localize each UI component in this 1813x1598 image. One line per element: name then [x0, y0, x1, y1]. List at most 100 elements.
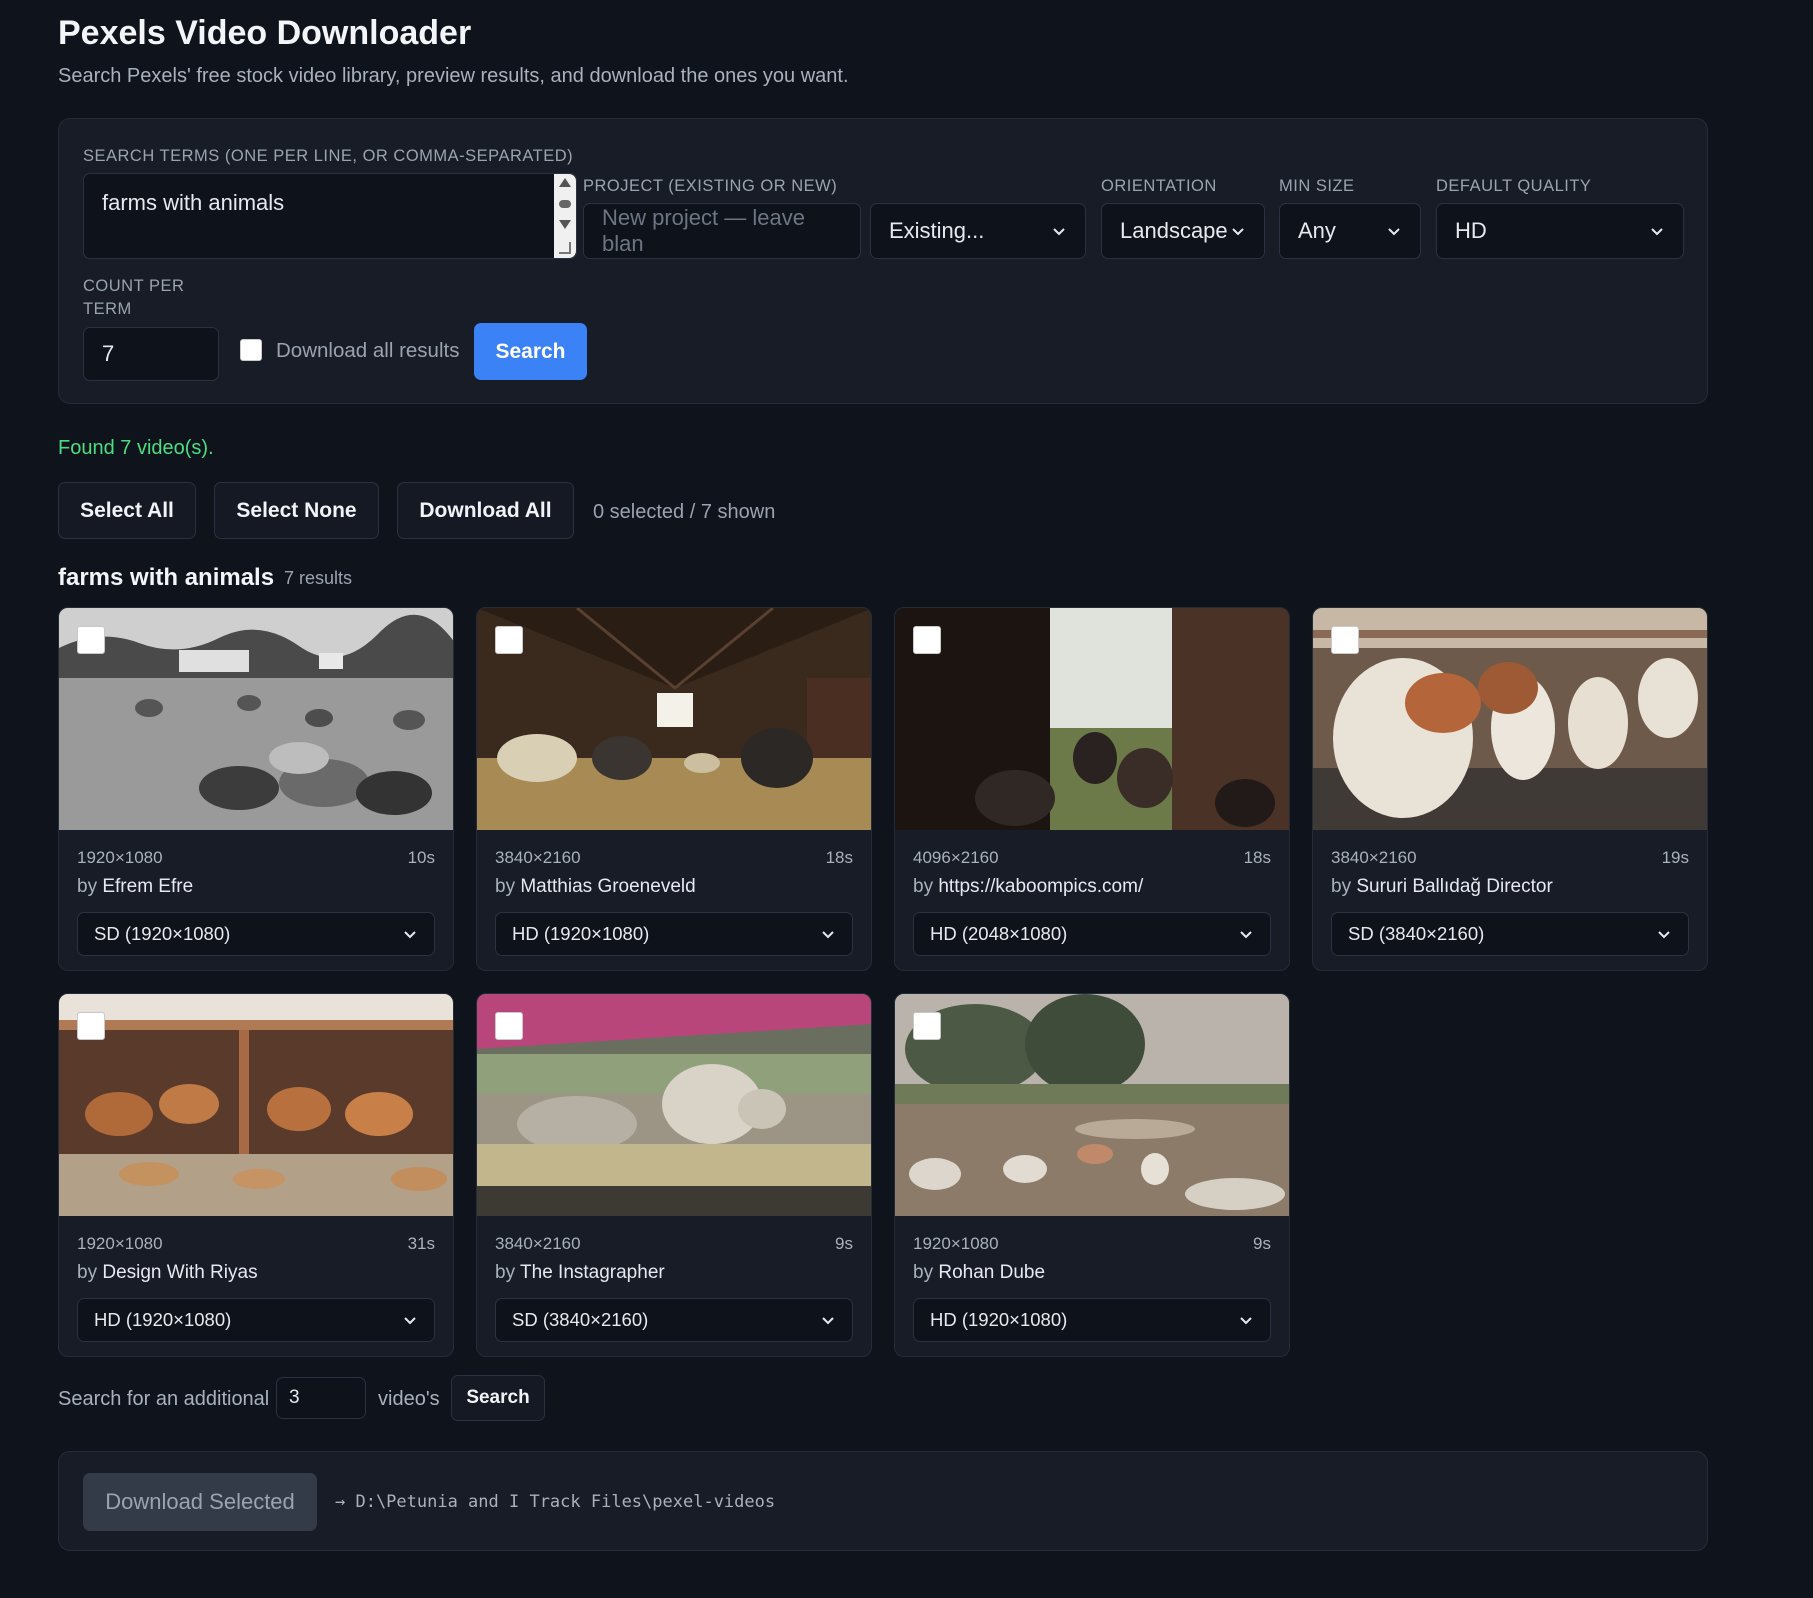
select-none-button[interactable]: Select None	[214, 482, 379, 539]
found-status: Found 7 video(s).	[58, 437, 214, 459]
min-size-label: MIN SIZE	[1279, 177, 1355, 195]
video-author: by Design With Riyas	[77, 1262, 258, 1283]
search-panel: SEARCH TERMS (ONE PER LINE, OR COMMA-SEP…	[58, 118, 1708, 404]
download-footer: Download Selected → D:\Petunia and I Tra…	[58, 1451, 1708, 1551]
video-select-checkbox[interactable]	[495, 1012, 523, 1040]
download-all-label: Download all results	[276, 339, 460, 362]
download-selected-button[interactable]: Download Selected	[83, 1473, 317, 1531]
video-duration: 18s	[1243, 848, 1271, 867]
scroll-down-icon[interactable]	[559, 220, 571, 230]
video-resolution: 4096×2160	[913, 848, 999, 867]
video-card[interactable]: 1920×1080 10s by Efrem Efre SD (1920×108…	[58, 607, 454, 971]
count-value: 7	[102, 341, 115, 366]
video-quality-select[interactable]: SD (1920×1080)	[77, 912, 435, 956]
video-quality-value: HD (2048×1080)	[930, 923, 1068, 944]
video-quality-select[interactable]: HD (2048×1080)	[913, 912, 1271, 956]
project-label: PROJECT (EXISTING OR NEW)	[583, 177, 838, 195]
download-all-checkbox[interactable]	[240, 339, 262, 361]
textarea-scrollbar[interactable]	[554, 174, 576, 258]
chevron-down-icon	[1240, 1317, 1252, 1325]
video-card[interactable]: 3840×2160 19s by Sururi Ballıdağ Directo…	[1312, 607, 1708, 971]
page-subtitle: Search Pexels' free stock video library,…	[58, 65, 849, 87]
project-select[interactable]: Existing...	[870, 203, 1086, 259]
count-input[interactable]: 7	[83, 327, 219, 381]
video-quality-select[interactable]: HD (1920×1080)	[913, 1298, 1271, 1342]
orientation-select[interactable]: Landscape	[1101, 203, 1265, 259]
video-quality-select[interactable]: SD (3840×2160)	[495, 1298, 853, 1342]
video-thumbnail[interactable]	[59, 994, 453, 1216]
video-author: by Rohan Dube	[913, 1262, 1046, 1283]
download-all-button[interactable]: Download All	[397, 482, 574, 539]
additional-search-button[interactable]: Search	[451, 1375, 545, 1421]
min-size-value: Any	[1298, 218, 1336, 243]
video-thumbnail[interactable]	[477, 608, 871, 830]
video-duration: 9s	[835, 1234, 853, 1253]
video-select-checkbox[interactable]	[913, 1012, 941, 1040]
chevron-down-icon	[822, 931, 834, 939]
chevron-down-icon	[1388, 228, 1400, 236]
video-resolution: 3840×2160	[495, 1234, 581, 1253]
search-button[interactable]: Search	[474, 323, 587, 380]
chevron-down-icon	[404, 931, 416, 939]
video-select-checkbox[interactable]	[77, 1012, 105, 1040]
video-card[interactable]: 3840×2160 18s by Matthias Groeneveld HD …	[476, 607, 872, 971]
video-duration: 10s	[407, 848, 435, 867]
scroll-thumb[interactable]	[559, 199, 571, 208]
video-duration: 19s	[1661, 848, 1689, 867]
video-quality-value: SD (3840×2160)	[512, 1309, 649, 1330]
additional-suffix: video's	[378, 1388, 440, 1410]
download-path: → D:\Petunia and I Track Files\pexel-vid…	[335, 1492, 776, 1512]
default-quality-value: HD	[1455, 218, 1487, 243]
search-terms-value: farms with animals	[102, 190, 285, 215]
chevron-down-icon	[1658, 931, 1670, 939]
select-all-button[interactable]: Select All	[58, 482, 196, 539]
video-quality-value: SD (1920×1080)	[94, 923, 231, 944]
additional-prefix: Search for an additional	[58, 1388, 270, 1410]
project-placeholder: New project — leave blan	[602, 205, 805, 256]
count-label-line2: TERM	[83, 300, 132, 318]
search-terms-label: SEARCH TERMS (ONE PER LINE, OR COMMA-SEP…	[83, 147, 574, 165]
video-thumbnail[interactable]	[477, 994, 871, 1216]
video-resolution: 1920×1080	[77, 1234, 163, 1253]
scroll-up-icon[interactable]	[559, 178, 571, 187]
selection-count: 0 selected / 7 shown	[593, 501, 776, 523]
video-duration: 9s	[1253, 1234, 1271, 1253]
video-select-checkbox[interactable]	[913, 626, 941, 654]
video-card[interactable]: 1920×1080 9s by Rohan Dube HD (1920×1080…	[894, 993, 1290, 1357]
video-card[interactable]: 3840×2160 9s by The Instagrapher SD (384…	[476, 993, 872, 1357]
video-thumbnail[interactable]	[895, 994, 1289, 1216]
video-select-checkbox[interactable]	[495, 626, 523, 654]
video-thumbnail[interactable]	[1313, 608, 1707, 830]
group-count: 7 results	[284, 568, 353, 588]
video-card[interactable]: 4096×2160 18s by https://kaboompics.com/…	[894, 607, 1290, 971]
group-title: farms with animals	[58, 564, 275, 591]
video-select-checkbox[interactable]	[77, 626, 105, 654]
video-quality-select[interactable]: HD (1920×1080)	[495, 912, 853, 956]
orientation-value: Landscape	[1120, 218, 1228, 243]
video-quality-value: HD (1920×1080)	[512, 923, 650, 944]
video-quality-value: HD (1920×1080)	[930, 1309, 1068, 1330]
default-quality-select[interactable]: HD	[1436, 203, 1684, 259]
search-terms-textarea[interactable]: farms with animals	[83, 173, 577, 259]
video-author: by Sururi Ballıdağ Director	[1331, 876, 1553, 897]
video-card[interactable]: 1920×1080 31s by Design With Riyas HD (1…	[58, 993, 454, 1357]
video-thumbnail[interactable]	[895, 608, 1289, 830]
count-label-line1: COUNT PER	[83, 277, 185, 295]
video-quality-value: SD (3840×2160)	[1348, 923, 1485, 944]
video-quality-select[interactable]: HD (1920×1080)	[77, 1298, 435, 1342]
project-input[interactable]: New project — leave blan	[583, 203, 861, 259]
orientation-label: ORIENTATION	[1101, 177, 1217, 195]
min-size-select[interactable]: Any	[1279, 203, 1421, 259]
chevron-down-icon	[1240, 931, 1252, 939]
video-thumbnail[interactable]	[59, 608, 453, 830]
video-resolution: 3840×2160	[495, 848, 581, 867]
video-quality-select[interactable]: SD (3840×2160)	[1331, 912, 1689, 956]
video-resolution: 1920×1080	[77, 848, 163, 867]
video-author: by https://kaboompics.com/	[913, 876, 1144, 897]
chevron-down-icon	[1651, 228, 1663, 236]
video-select-checkbox[interactable]	[1331, 626, 1359, 654]
additional-count-input[interactable]: 3	[276, 1377, 366, 1419]
video-duration: 18s	[825, 848, 853, 867]
resize-grip-icon[interactable]	[559, 241, 571, 254]
chevron-down-icon	[822, 1317, 834, 1325]
